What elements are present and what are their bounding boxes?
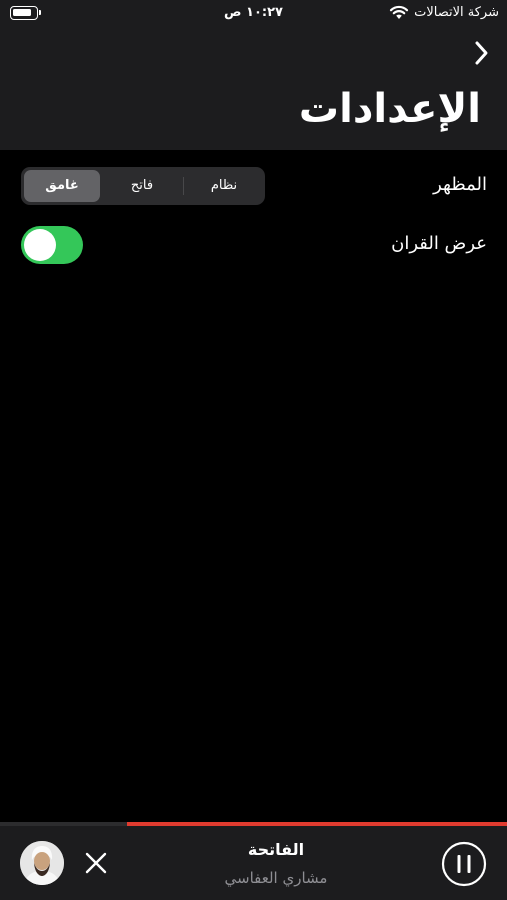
segment-divider — [183, 177, 184, 195]
show-quran-toggle[interactable] — [21, 226, 83, 264]
appearance-label: المظهر — [433, 174, 487, 195]
show-quran-label: عرض القران — [391, 233, 487, 254]
segment-light[interactable]: فاتح — [104, 170, 180, 202]
status-bar: ١٠:٢٧ ص شركة الاتصالات — [0, 0, 507, 28]
wifi-icon — [389, 5, 409, 19]
segment-system[interactable]: نظام — [186, 170, 262, 202]
carrier-name: شركة الاتصالات — [414, 5, 499, 20]
track-artist: مشاري العفاسي — [224, 869, 328, 887]
track-title: الفاتحة — [247, 840, 305, 859]
page-title: الإعدادات — [298, 86, 481, 132]
pause-icon[interactable] — [441, 841, 487, 887]
toggle-knob — [24, 229, 56, 261]
segment-dark[interactable]: غامق — [24, 170, 100, 202]
progress-track[interactable] — [0, 822, 507, 826]
chevron-right-icon[interactable] — [471, 38, 491, 68]
header-area: ١٠:٢٧ ص شركة الاتصالات الإعدادات — [0, 0, 507, 150]
progress-fill — [126, 822, 507, 826]
appearance-segmented-control[interactable]: غامق فاتح نظام — [21, 167, 265, 205]
now-playing-bar[interactable]: الفاتحة مشاري العفاسي — [0, 822, 507, 900]
